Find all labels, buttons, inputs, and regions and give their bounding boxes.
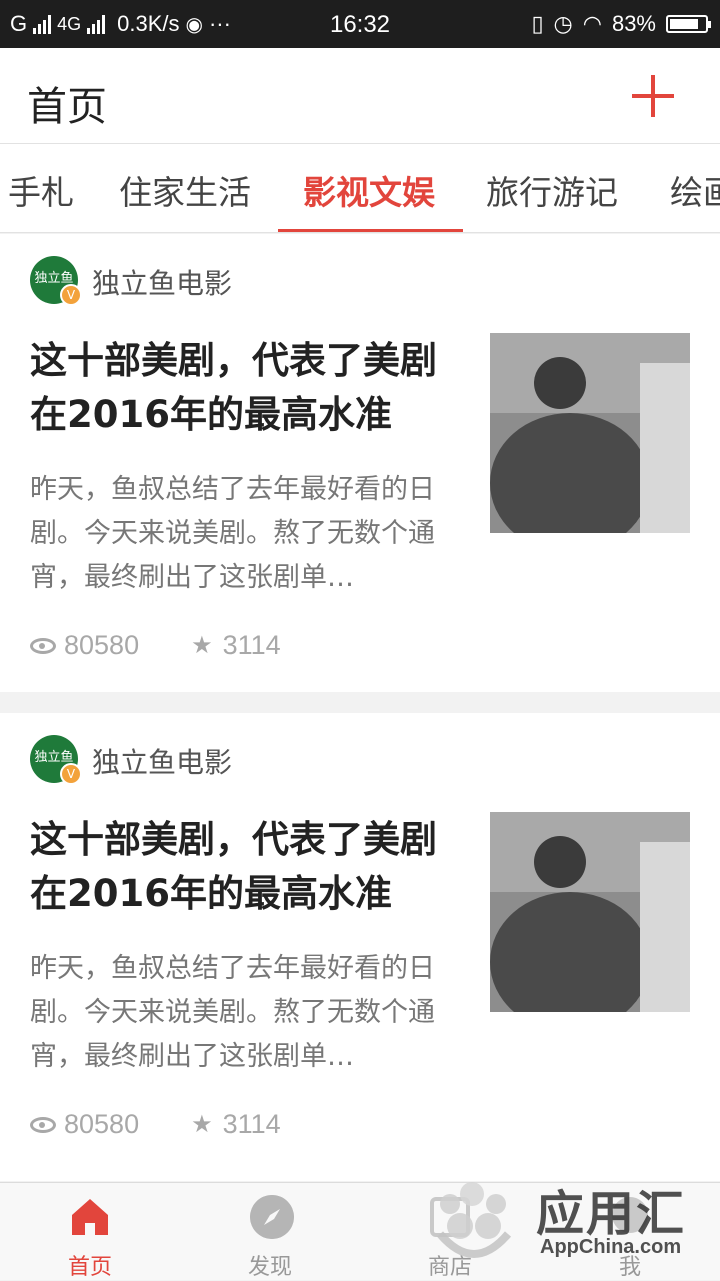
article-stats: 80580 ★ 3114 bbox=[30, 1109, 281, 1140]
article-card[interactable]: 独立鱼 V 独立鱼电影 这十部美剧，代表了美剧在2016年的最高水准 昨天，鱼叔… bbox=[0, 713, 720, 1181]
wifi-icon: ◠ bbox=[582, 11, 602, 36]
eye-icon bbox=[30, 637, 56, 654]
watermark-sub: AppChina.com bbox=[540, 1236, 682, 1258]
author-name[interactable]: 独立鱼电影 bbox=[92, 262, 232, 302]
article-title[interactable]: 这十部美剧，代表了美剧在2016年的最高水准 bbox=[30, 334, 470, 442]
tab-painting[interactable]: 绘画 bbox=[670, 166, 720, 214]
watermark-logo-icon bbox=[436, 1182, 512, 1258]
page-title: 首页 bbox=[27, 84, 107, 130]
category-tabs: 手札 住家生活 影视文娱 旅行游记 绘画 bbox=[0, 144, 720, 233]
article-stats: 80580 ★ 3114 bbox=[30, 630, 281, 661]
watermark: 应用汇 AppChina.com bbox=[420, 1160, 720, 1280]
battery-percent: 83% bbox=[611, 11, 656, 36]
article-summary: 昨天，鱼叔总结了去年最好看的日剧。今天来说美剧。熬了无数个通宵，最终刷出了这张剧… bbox=[30, 953, 435, 1072]
thumbnail-image bbox=[490, 333, 690, 533]
article-summary: 昨天，鱼叔总结了去年最好看的日剧。今天来说美剧。熬了无数个通宵，最终刷出了这张剧… bbox=[30, 474, 435, 593]
add-icon[interactable] bbox=[632, 75, 674, 117]
alarm-icon: ◷ bbox=[553, 11, 573, 36]
eye-icon bbox=[30, 1116, 56, 1133]
star-icon[interactable]: ★ bbox=[191, 1110, 213, 1139]
verified-badge: V bbox=[60, 763, 82, 785]
thumbnail-image bbox=[490, 812, 690, 1012]
status-right: ▯ ◷ ◠ 83% bbox=[531, 11, 711, 37]
nav-discover[interactable]: 发现 bbox=[180, 1183, 360, 1281]
nav-discover-label: 发现 bbox=[247, 1255, 292, 1280]
avatar[interactable]: 独立鱼 V bbox=[30, 735, 82, 785]
view-count: 80580 bbox=[64, 1109, 140, 1139]
status-bar: G 4G 0.3K/s ◉ ··· 16:32 ▯ ◷ ◠ 83% bbox=[0, 0, 720, 48]
author-name[interactable]: 独立鱼电影 bbox=[92, 741, 232, 781]
article-card[interactable]: 独立鱼 V 独立鱼电影 这十部美剧，代表了美剧在2016年的最高水准 昨天，鱼叔… bbox=[0, 234, 720, 692]
avatar[interactable]: 独立鱼 V bbox=[30, 256, 82, 306]
star-count: 3114 bbox=[222, 1109, 281, 1139]
tab-film-entertainment[interactable]: 影视文娱 bbox=[303, 166, 435, 214]
view-count: 80580 bbox=[64, 630, 140, 660]
star-count: 3114 bbox=[222, 630, 281, 660]
app-header: 首页 bbox=[0, 48, 720, 144]
tab-home-life[interactable]: 住家生活 bbox=[119, 166, 251, 214]
article-thumbnail[interactable] bbox=[490, 333, 690, 533]
active-tab-indicator bbox=[278, 229, 463, 232]
nav-home-label: 首页 bbox=[67, 1255, 112, 1280]
compass-icon bbox=[250, 1195, 294, 1239]
article-title[interactable]: 这十部美剧，代表了美剧在2016年的最高水准 bbox=[30, 813, 470, 921]
watermark-text: 应用汇 bbox=[536, 1186, 687, 1242]
home-icon bbox=[72, 1199, 108, 1235]
article-thumbnail[interactable] bbox=[490, 812, 690, 1012]
nav-home[interactable]: 首页 bbox=[0, 1183, 180, 1281]
vibrate-icon: ▯ bbox=[531, 11, 544, 36]
tab-travel[interactable]: 旅行游记 bbox=[486, 166, 618, 214]
tab-shouzha[interactable]: 手札 bbox=[8, 166, 74, 214]
star-icon[interactable]: ★ bbox=[191, 631, 213, 660]
battery-icon bbox=[666, 15, 711, 33]
verified-badge: V bbox=[60, 284, 82, 306]
